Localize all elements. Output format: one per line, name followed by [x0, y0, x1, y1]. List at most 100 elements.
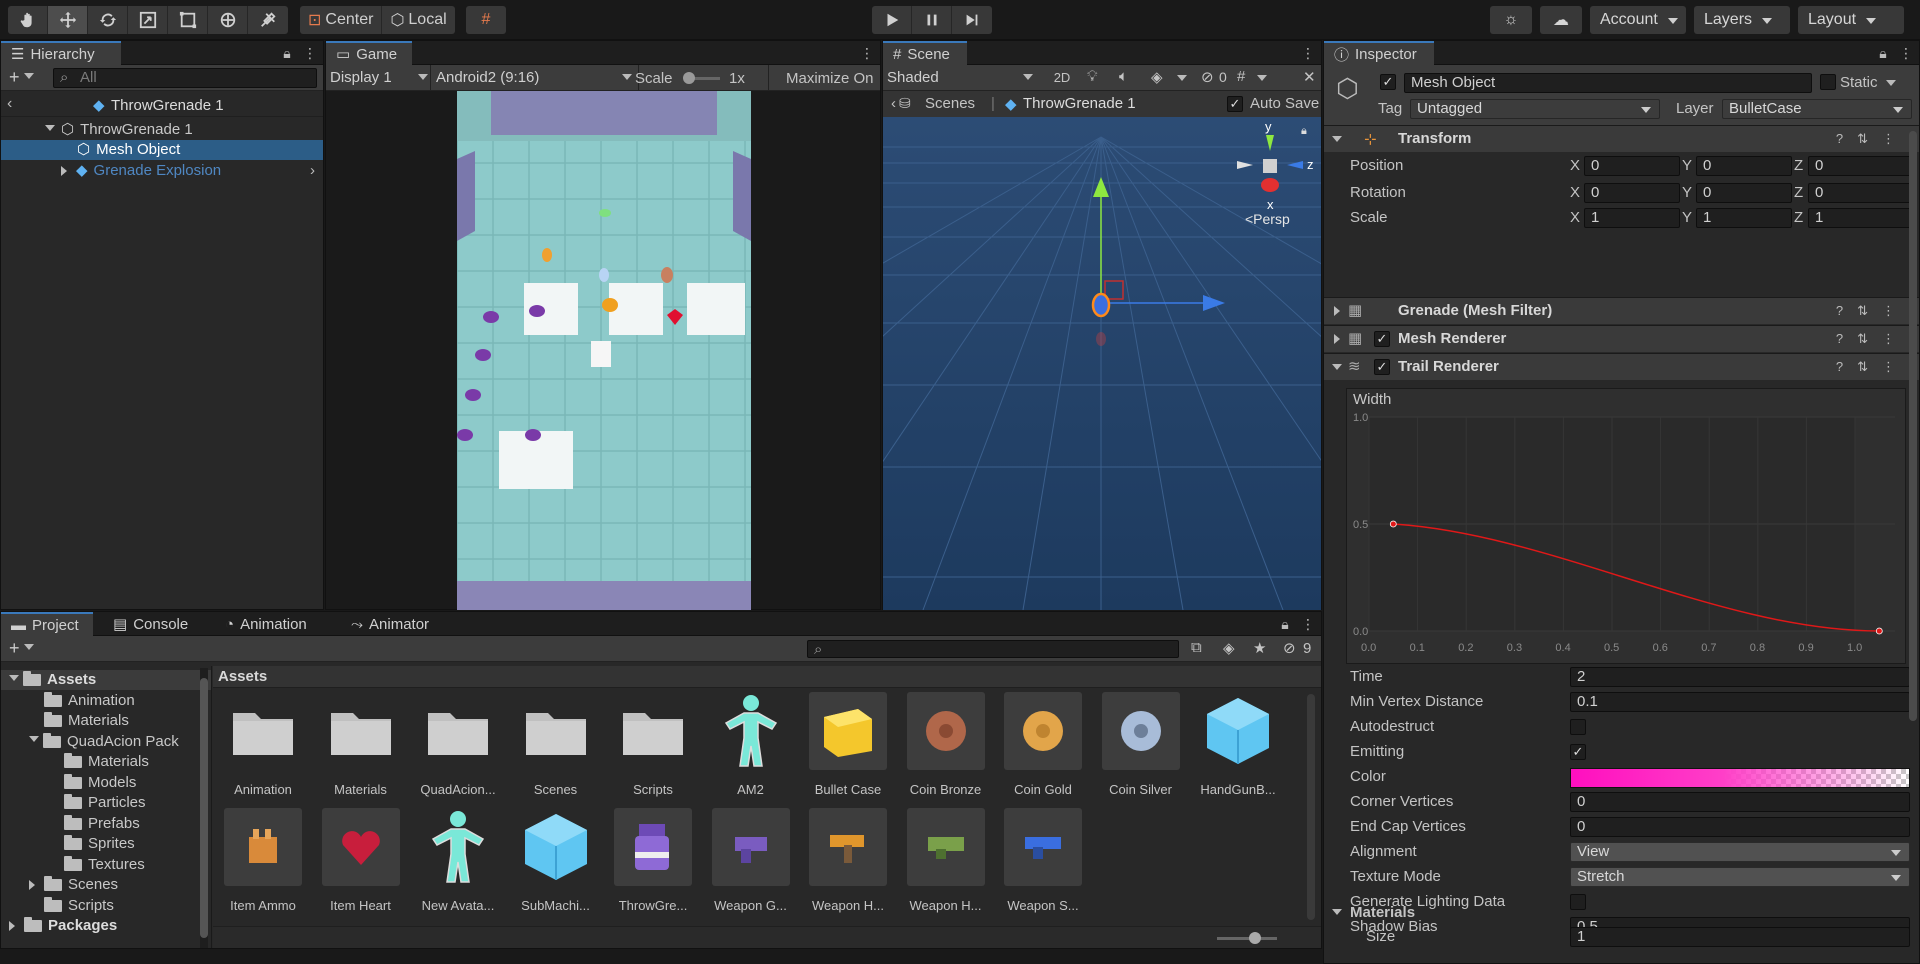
asset-item[interactable]: New Avata... [410, 808, 506, 913]
static-checkbox[interactable] [1820, 74, 1836, 90]
project-tree-item[interactable]: Particles [1, 793, 211, 813]
pivot-center-button[interactable]: ⊡ Center [300, 6, 383, 34]
services-icon[interactable]: ☼ [1490, 6, 1532, 34]
property-value-field[interactable]: 0 [1570, 792, 1910, 812]
asset-item[interactable]: Scenes [508, 692, 604, 797]
project-tree-item[interactable]: Sprites [1, 834, 211, 854]
trail-renderer-enabled-checkbox[interactable]: ✓ [1374, 359, 1390, 375]
back-arrow-icon[interactable]: ‹ [7, 95, 12, 113]
component-menu-icon[interactable]: ⋮ [1882, 359, 1895, 375]
hidden-packages-icon[interactable]: ⊘ [1283, 639, 1296, 657]
effects-icon[interactable]: ◈ [1151, 68, 1163, 86]
materials-section[interactable]: Materials [1324, 903, 1919, 923]
tab-animator[interactable]: ⤳ Animator [341, 612, 439, 636]
lock-icon[interactable]: 🔒︎ [281, 45, 293, 61]
lock-icon[interactable]: 🔒︎ [1877, 45, 1889, 61]
breadcrumb-scenes[interactable]: Scenes [925, 95, 975, 112]
property-checkbox[interactable] [1570, 719, 1586, 735]
project-tree-item[interactable]: Packages [1, 916, 211, 936]
search-by-type-icon[interactable]: ⧉ [1191, 639, 1202, 656]
static-dropdown-icon[interactable] [1886, 80, 1896, 91]
scale-x-field[interactable]: 1 [1584, 208, 1680, 228]
position-y-field[interactable]: 0 [1696, 156, 1792, 176]
tab-scene[interactable]: # Scene [883, 41, 967, 65]
project-tree-item[interactable]: Animation [1, 691, 211, 711]
hierarchy-item-throwgrenade[interactable]: ⬡ ThrowGrenade 1 [1, 120, 323, 140]
zoom-slider[interactable] [1217, 937, 1277, 940]
custom-tools-icon[interactable] [248, 6, 288, 34]
inspector-menu-icon[interactable]: ⋮ [1899, 45, 1913, 61]
curve-key-handle[interactable] [1875, 627, 1883, 635]
project-tree-item[interactable]: Models [1, 773, 211, 793]
asset-item[interactable]: Scripts [605, 692, 701, 797]
project-menu-icon[interactable]: ⋮ [1301, 616, 1315, 632]
tools-icon[interactable]: ✕ [1303, 68, 1316, 86]
orientation-gizmo[interactable]: y z x <Persp 🔒︎ [1223, 119, 1319, 243]
property-value-field[interactable]: 2 [1570, 667, 1910, 687]
component-menu-icon[interactable]: ⋮ [1882, 131, 1895, 147]
position-z-field[interactable]: 0 [1808, 156, 1912, 176]
effects-dropdown-icon[interactable] [1177, 75, 1187, 86]
preset-icon[interactable]: ⇅ [1857, 131, 1868, 147]
rect-tool-icon[interactable] [168, 6, 208, 34]
asset-item[interactable]: Weapon H... [898, 808, 994, 913]
hierarchy-search-input[interactable]: ⌕ All [53, 68, 317, 88]
transform-component-header[interactable]: ⊹ Transform ? ⇅ ⋮ [1324, 125, 1919, 152]
tree-arrow-icon[interactable] [9, 674, 19, 686]
scale-slider-handle[interactable] [683, 72, 695, 84]
project-tree-item[interactable]: Prefabs [1, 814, 211, 834]
game-viewport[interactable] [457, 91, 751, 610]
object-name-input[interactable]: Mesh Object [1404, 73, 1812, 93]
component-menu-icon[interactable]: ⋮ [1882, 331, 1895, 347]
scale-z-field[interactable]: 1 [1808, 208, 1912, 228]
mesh-renderer-component-header[interactable]: ▦ ✓ Mesh Renderer ? ⇅ ⋮ [1324, 325, 1919, 352]
preset-icon[interactable]: ⇅ [1857, 359, 1868, 375]
rotation-x-field[interactable]: 0 [1584, 183, 1680, 203]
asset-item[interactable]: Item Ammo [215, 808, 311, 913]
hand-tool-icon[interactable] [8, 6, 48, 34]
color-gradient-field[interactable] [1570, 768, 1910, 788]
rotation-z-field[interactable]: 0 [1808, 183, 1912, 203]
curve-key-handle[interactable] [1389, 520, 1397, 528]
project-tree-item[interactable]: Materials [1, 711, 211, 731]
asset-item[interactable]: Item Heart [313, 808, 409, 913]
maximize-on-play-toggle[interactable]: Maximize On [786, 70, 874, 87]
scene-viewport[interactable]: y z x <Persp 🔒︎ [883, 117, 1321, 610]
help-icon[interactable]: ? [1836, 359, 1843, 375]
tree-arrow-icon[interactable] [29, 736, 39, 747]
asset-item[interactable]: AM2 [703, 692, 799, 797]
hierarchy-item-mesh-object[interactable]: ⬡ Mesh Object [1, 140, 323, 160]
tree-arrow-icon[interactable] [29, 880, 40, 891]
game-menu-icon[interactable]: ⋮ [860, 45, 874, 61]
property-checkbox[interactable]: ✓ [1570, 744, 1586, 760]
inspector-scrollbar[interactable] [1909, 131, 1917, 721]
prefab-open-icon[interactable]: › [310, 161, 315, 181]
asset-item[interactable]: QuadAcion... [410, 692, 506, 797]
collapse-arrow-icon[interactable] [1334, 334, 1345, 344]
asset-item[interactable]: Weapon S... [995, 808, 1091, 913]
materials-size-field[interactable]: 1 [1570, 927, 1910, 947]
asset-item[interactable]: Weapon G... [703, 808, 799, 913]
layers-dropdown[interactable]: Layers [1694, 6, 1790, 34]
tab-game[interactable]: ▭ Game [326, 41, 412, 65]
property-dropdown[interactable]: Stretch [1570, 867, 1910, 887]
asset-item[interactable]: Weapon H... [800, 808, 896, 913]
tab-hierarchy[interactable]: ☰ Hierarchy [1, 41, 121, 65]
preset-icon[interactable]: ⇅ [1857, 331, 1868, 347]
asset-item[interactable]: Coin Silver [1093, 692, 1189, 797]
property-dropdown[interactable]: View [1570, 842, 1910, 862]
display-dropdown[interactable]: Display 1 [330, 69, 428, 86]
mode-2d-toggle[interactable]: 2D [1045, 67, 1079, 89]
tag-dropdown[interactable]: Untagged [1410, 99, 1660, 119]
favorites-icon[interactable]: ★ [1253, 639, 1266, 657]
gizmo-lock-icon[interactable]: 🔒︎ [1301, 125, 1307, 138]
audio-icon[interactable]: 🔈︎ [1119, 68, 1128, 85]
scale-y-field[interactable]: 1 [1696, 208, 1792, 228]
project-tree-item[interactable]: Materials [1, 752, 211, 772]
asset-item[interactable]: Coin Gold [995, 692, 1091, 797]
breadcrumb-prefab[interactable]: ThrowGrenade 1 [1023, 95, 1136, 112]
account-dropdown[interactable]: Account [1590, 6, 1686, 34]
add-object-button[interactable]: + [9, 67, 34, 88]
hierarchy-item-grenade-explosion[interactable]: ◆ Grenade Explosion › [1, 161, 323, 181]
preset-icon[interactable]: ⇅ [1857, 303, 1868, 319]
